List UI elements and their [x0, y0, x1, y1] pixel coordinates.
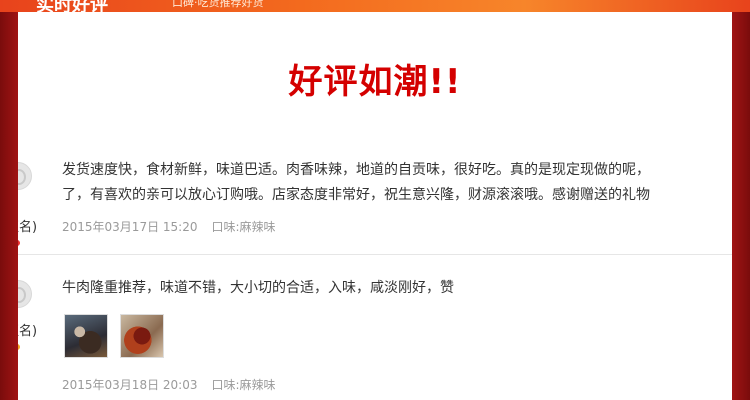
banner-subtitle: 口碑·吃货推荐好货: [172, 0, 264, 9]
review-content: 牛肉隆重推荐，味道不错，大小切的合适，入味，咸淡刚好，赞: [62, 276, 732, 301]
reviews-panel: 好评如潮!! 匿名) 发货速度快，食材新鲜，味道巴适。肉香味辣，地道的自贡味，很…: [18, 12, 732, 400]
review-date: 2015年03月17日 15:20: [62, 220, 198, 234]
review-divider: [18, 254, 732, 255]
user-avatar-icon: [18, 280, 32, 308]
banner-title: 实时好评: [36, 0, 108, 12]
user-level-badge: [18, 240, 20, 246]
user-avatar-icon: [18, 162, 32, 190]
review-content-line: 发货速度快，食材新鲜，味道巴适。肉香味辣，地道的自贡味，很好吃。真的是现定现做的…: [62, 162, 650, 178]
right-frame-border: [732, 0, 750, 400]
review-photo-thumbnail[interactable]: [120, 314, 164, 358]
left-frame-border: [0, 0, 18, 400]
review-meta: 2015年03月18日 20:03 口味:麻辣味: [62, 376, 276, 393]
review-date: 2015年03月18日 20:03: [62, 378, 198, 392]
review-username: 匿名): [18, 324, 38, 339]
user-level-badge: [18, 344, 20, 350]
review-content-line: 牛肉隆重推荐，味道不错，大小切的合适，入味，咸淡刚好，赞: [62, 280, 454, 296]
top-banner: 实时好评 口碑·吃货推荐好货: [0, 0, 750, 12]
review-photo-thumbnail[interactable]: [64, 314, 108, 358]
headline: 好评如潮!!: [288, 62, 462, 102]
review-content-line: 了，有喜欢的亲可以放心订购哦。店家态度非常好，祝生意兴隆，财源滚滚哦。感谢赠送的…: [62, 187, 650, 203]
review-meta: 2015年03月17日 15:20 口味:麻辣味: [62, 218, 276, 235]
review-flavor: 口味:麻辣味: [211, 378, 276, 392]
review-content: 发货速度快，食材新鲜，味道巴适。肉香味辣，地道的自贡味，很好吃。真的是现定现做的…: [62, 158, 732, 208]
review-flavor: 口味:麻辣味: [211, 220, 276, 234]
review-username: 匿名): [18, 220, 38, 235]
